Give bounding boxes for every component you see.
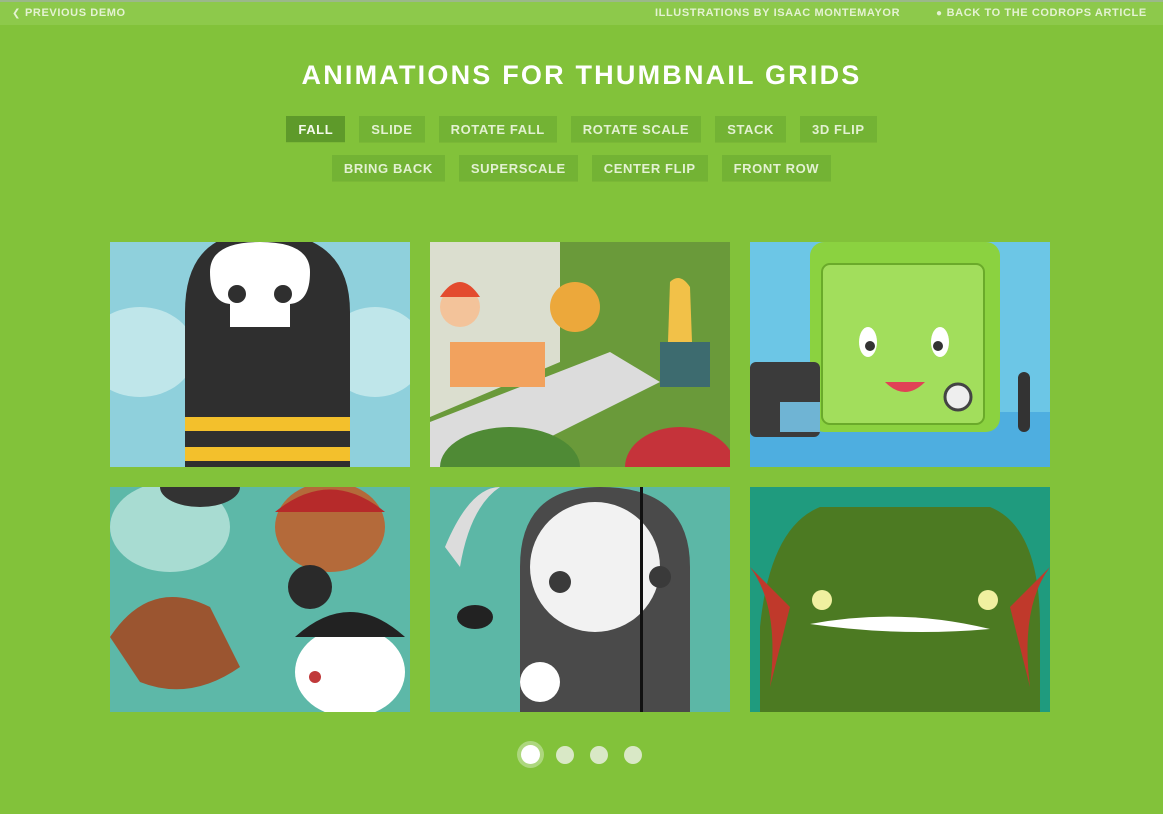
green-safe-illustration [750,242,1050,467]
effect-3d-flip-button[interactable]: 3D FLIP [800,116,877,142]
previous-demo-link[interactable]: ❮ PREVIOUS DEMO [12,7,126,19]
page-dot-1[interactable] [521,745,540,764]
back-to-article-link[interactable]: ● BACK TO THE CODROPS ARTICLE [936,7,1147,19]
thumbnail-office-scene[interactable] [430,242,730,467]
effect-bring-back-button[interactable]: BRING BACK [331,155,445,181]
page-dot-3[interactable] [590,745,608,764]
effect-superscale-button[interactable]: SUPERSCALE [458,155,578,181]
effect-rotate-scale-button[interactable]: ROTATE SCALE [570,116,702,142]
page-title: ANIMATIONS FOR THUMBNAIL GRIDS [301,60,862,90]
effect-center-flip-button[interactable]: CENTER FLIP [591,155,708,181]
drop-icon: ● [936,8,943,19]
effects-nav-row-2: BRING BACK SUPERSCALE CENTER FLIP FRONT … [0,155,1163,181]
office-scene-illustration [430,242,730,467]
thumbnail-green-monster[interactable] [750,487,1050,712]
pirates-illustration [110,487,410,712]
grim-reaper-illustration [430,487,730,712]
top-bar: ❮ PREVIOUS DEMO ILLUSTRATIONS BY ISAAC MO… [0,0,1163,25]
effect-fall-button[interactable]: FALL [286,116,346,142]
effect-rotate-fall-button[interactable]: ROTATE FALL [438,116,557,142]
thumbnail-pirates[interactable] [110,487,410,712]
effect-front-row-button[interactable]: FRONT ROW [721,155,832,181]
effect-slide-button[interactable]: SLIDE [359,116,425,142]
arrow-left-icon: ❮ [12,8,21,19]
illustrations-credit-link[interactable]: ILLUSTRATIONS BY ISAAC MONTEMAYOR [655,7,900,19]
thumbnail-green-safe[interactable] [750,242,1050,467]
effects-nav-row-1: FALL SLIDE ROTATE FALL ROTATE SCALE STAC… [0,116,1163,142]
skull-bee-illustration [110,242,410,467]
page-dot-2[interactable] [556,745,574,764]
thumbnail-grim-reaper[interactable] [430,487,730,712]
green-monster-illustration [750,487,1050,712]
pagination [0,745,1163,764]
effect-stack-button[interactable]: STACK [715,116,786,142]
page-dot-4[interactable] [624,745,642,764]
thumbnail-skull-bee[interactable] [110,242,410,467]
